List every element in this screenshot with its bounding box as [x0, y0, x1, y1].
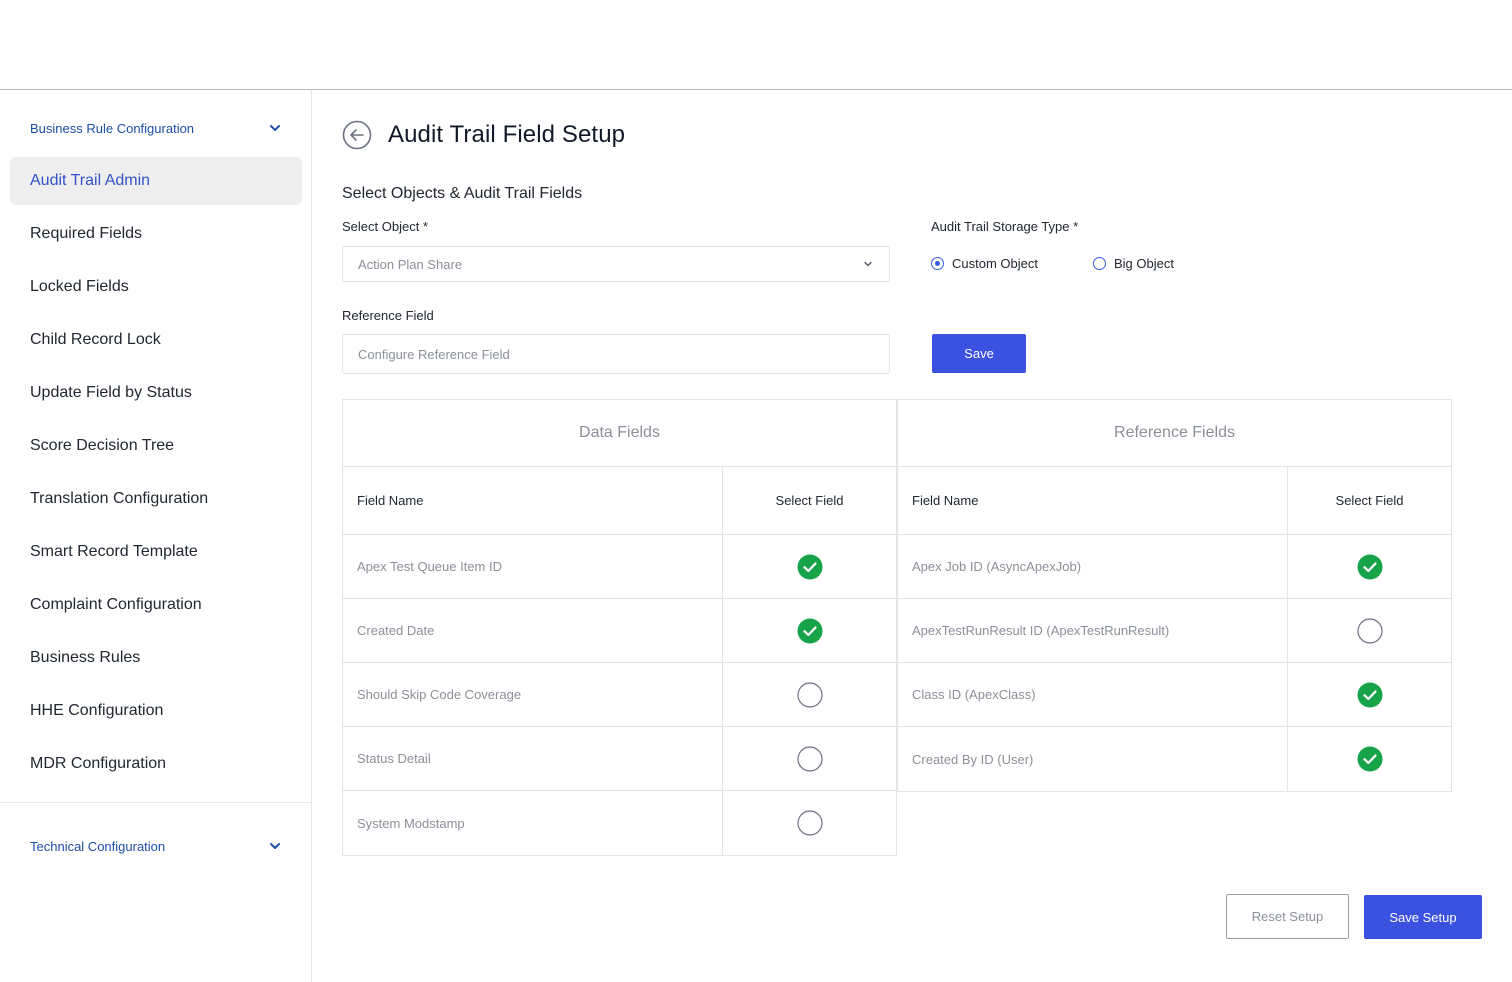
reference-fields-panel: Reference Fields Field Name Select Field…: [897, 399, 1452, 792]
unchecked-circle-icon[interactable]: [796, 745, 823, 772]
select-object-dropdown[interactable]: Action Plan Share: [342, 246, 890, 282]
main-content: Audit Trail Field Setup Select Objects &…: [312, 90, 1512, 982]
table-header-row: Field Name Select Field: [343, 467, 896, 535]
unchecked-circle-icon[interactable]: [796, 810, 823, 836]
select-object-label: Select Object *: [342, 219, 428, 234]
table-row: Should Skip Code Coverage: [343, 663, 896, 727]
sidebar-item-child-record-lock[interactable]: Child Record Lock: [10, 316, 302, 364]
column-header-field-name: Field Name: [898, 467, 1288, 534]
field-name-cell: Status Detail: [343, 727, 723, 790]
field-name-cell: Class ID (ApexClass): [898, 663, 1288, 726]
table-header-row: Field Name Select Field: [898, 467, 1451, 535]
back-arrow-icon[interactable]: [342, 120, 372, 150]
table-row: Apex Test Queue Item ID: [343, 535, 896, 599]
select-field-cell: [723, 599, 896, 662]
sidebar-item-complaint-configuration[interactable]: Complaint Configuration: [10, 581, 302, 629]
field-name-cell: Created By ID (User): [898, 727, 1288, 791]
table-row: ApexTestRunResult ID (ApexTestRunResult): [898, 599, 1451, 663]
technical-configuration-toggle[interactable]: Technical Configuration: [30, 834, 282, 858]
column-header-select-field: Select Field: [1335, 493, 1404, 508]
reference-field-label: Reference Field: [342, 308, 434, 323]
save-setup-button[interactable]: Save Setup: [1364, 895, 1482, 939]
sidebar-item-audit-trail-admin[interactable]: Audit Trail Admin: [10, 157, 302, 205]
table-row: Apex Job ID (AsyncApexJob): [898, 535, 1451, 599]
radio-big-object[interactable]: Big Object: [1093, 256, 1174, 271]
sidebar-item-business-rules[interactable]: Business Rules: [10, 634, 302, 682]
section-subtitle: Select Objects & Audit Trail Fields: [342, 185, 583, 202]
select-field-cell: [1288, 535, 1451, 598]
select-object-value: Action Plan Share: [358, 256, 463, 272]
select-field-cell: [723, 791, 896, 855]
storage-type-label: Audit Trail Storage Type *: [931, 219, 1079, 234]
radio-selected-icon: [931, 257, 944, 270]
table-row: Status Detail: [343, 727, 896, 791]
panel-title: Data Fields: [343, 400, 896, 467]
field-name-cell: Should Skip Code Coverage: [343, 663, 723, 726]
select-field-cell: [1288, 599, 1451, 662]
unchecked-circle-icon[interactable]: [1356, 617, 1383, 644]
checked-circle-icon[interactable]: [1357, 746, 1383, 772]
table-row: Created By ID (User): [898, 727, 1451, 791]
sidebar-item-required-fields[interactable]: Required Fields: [10, 210, 302, 258]
section-label: Technical Configuration: [30, 838, 166, 854]
radio-label: Custom Object: [952, 256, 1038, 271]
reference-field-input[interactable]: [342, 334, 890, 374]
top-header-bar: [0, 0, 1512, 90]
field-name-cell: ApexTestRunResult ID (ApexTestRunResult): [898, 599, 1288, 662]
reset-setup-button[interactable]: Reset Setup: [1226, 894, 1349, 939]
sidebar-item-smart-record-template[interactable]: Smart Record Template: [10, 528, 302, 576]
sidebar-item-locked-fields[interactable]: Locked Fields: [10, 263, 302, 311]
chevron-down-icon: [270, 125, 280, 131]
select-field-cell: [723, 663, 896, 726]
select-field-cell: [1288, 663, 1451, 726]
column-header-select-field: Select Field: [775, 493, 844, 508]
radio-custom-object[interactable]: Custom Object: [931, 256, 1038, 271]
select-field-cell: [1288, 727, 1451, 791]
select-field-cell: [723, 727, 896, 790]
select-field-cell: [723, 535, 896, 598]
field-name-cell: Apex Test Queue Item ID: [343, 535, 723, 598]
unchecked-circle-icon[interactable]: [796, 681, 823, 708]
section-label: Business Rule Configuration: [30, 120, 195, 136]
sidebar-item-update-field-by-status[interactable]: Update Field by Status: [10, 369, 302, 417]
data-fields-panel: Data Fields Field Name Select Field Apex…: [342, 399, 897, 856]
sidebar-item-translation-configuration[interactable]: Translation Configuration: [10, 475, 302, 523]
field-name-cell: System Modstamp: [343, 791, 723, 855]
sidebar-item-hhe-configuration[interactable]: HHE Configuration: [10, 687, 302, 735]
radio-unselected-icon: [1093, 257, 1106, 270]
checked-circle-icon[interactable]: [1357, 682, 1383, 708]
business-rule-configuration-toggle[interactable]: Business Rule Configuration: [30, 116, 282, 140]
field-name-cell: Created Date: [343, 599, 723, 662]
table-row: Created Date: [343, 599, 896, 663]
sidebar-item-score-decision-tree[interactable]: Score Decision Tree: [10, 422, 302, 470]
sidebar: Business Rule Configuration Audit Trail …: [0, 90, 312, 982]
save-button[interactable]: Save: [932, 334, 1026, 373]
table-row: Class ID (ApexClass): [898, 663, 1451, 727]
sidebar-item-mdr-configuration[interactable]: MDR Configuration: [10, 740, 302, 788]
column-header-field-name: Field Name: [343, 467, 723, 534]
sidebar-divider: [0, 802, 311, 803]
field-name-cell: Apex Job ID (AsyncApexJob): [898, 535, 1288, 598]
page-title: Audit Trail Field Setup: [388, 121, 626, 148]
chevron-down-icon: [270, 843, 280, 849]
table-row: System Modstamp: [343, 791, 896, 855]
checked-circle-icon[interactable]: [797, 618, 823, 644]
checked-circle-icon[interactable]: [1357, 554, 1383, 580]
chevron-down-icon: [864, 261, 872, 267]
radio-label: Big Object: [1114, 256, 1174, 271]
sidebar-nav: Audit Trail Admin Required Fields Locked F…: [10, 157, 302, 793]
panel-title: Reference Fields: [898, 400, 1451, 467]
checked-circle-icon[interactable]: [797, 554, 823, 580]
